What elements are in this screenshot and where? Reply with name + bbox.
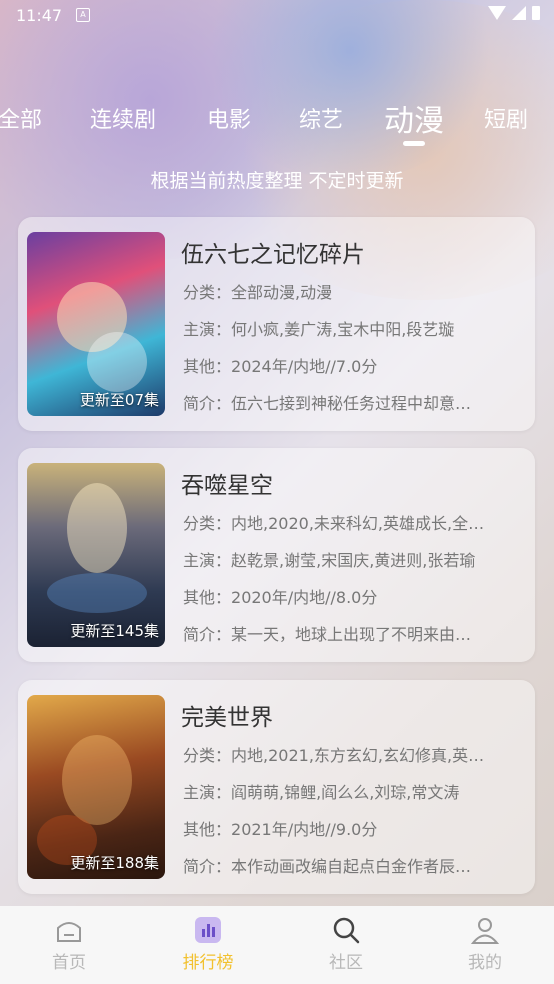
active-tab-indicator: [403, 141, 425, 146]
nav-home-label: 首页: [52, 953, 86, 973]
intro-label: 简介：: [183, 857, 232, 876]
intro-row: 简介：伍六七接到神秘任务过程中却意…: [183, 390, 523, 414]
category-label: 分类：: [183, 283, 232, 302]
item-title: 伍六七之记忆碎片: [181, 242, 365, 268]
intro-label: 简介：: [183, 394, 232, 413]
episode-badge: 更新至145集: [70, 622, 159, 640]
other-label: 其他：: [183, 588, 232, 607]
bottom-nav: 首页 排行榜 社区 我的: [0, 906, 554, 984]
user-icon: [470, 916, 500, 944]
category-label: 分类：: [183, 514, 232, 533]
intro-row: 简介：某一天，地球上出现了不明来由…: [183, 621, 523, 645]
category-row: 分类：内地,2020,未来科幻,英雄成长,全…: [183, 510, 523, 534]
nav-ranking-label: 排行榜: [182, 953, 234, 973]
intro-label: 简介：: [183, 625, 232, 644]
other-value: 2021年/内地//9.0分: [231, 820, 378, 839]
nav-community-label: 社区: [329, 953, 363, 973]
nav-mine[interactable]: 我的: [445, 916, 525, 973]
tab-short[interactable]: 短剧: [484, 102, 528, 134]
cast-label: 主演：: [183, 783, 232, 802]
cast-row: 主演：阎萌萌,锦鲤,阎么么,刘琮,常文涛: [183, 779, 523, 803]
nav-community[interactable]: 社区: [306, 916, 386, 973]
tab-movie[interactable]: 电影: [207, 102, 251, 134]
other-row: 其他：2021年/内地//9.0分: [183, 816, 523, 840]
poster-image: 更新至145集: [27, 463, 165, 647]
cast-value: 赵乾景,谢莹,宋国庆,黄进则,张若瑜: [231, 551, 476, 570]
tab-all[interactable]: 全部: [0, 102, 42, 134]
intro-row: 简介：本作动画改编自起点白金作者辰…: [183, 853, 523, 877]
cast-label: 主演：: [183, 551, 232, 570]
ranking-icon: [194, 916, 222, 944]
other-label: 其他：: [183, 820, 232, 839]
notification-icon: A: [76, 8, 90, 22]
tab-anime[interactable]: 动漫: [384, 96, 444, 140]
cast-value: 阎萌萌,锦鲤,阎么么,刘琮,常文涛: [231, 783, 460, 802]
poster-image: 更新至07集: [27, 232, 165, 416]
cast-label: 主演：: [183, 320, 232, 339]
ranking-card[interactable]: 更新至188集 完美世界 分类：内地,2021,东方玄幻,玄幻修真,英… 主演：…: [18, 680, 535, 894]
search-icon: [332, 916, 360, 944]
tab-variety[interactable]: 综艺: [299, 102, 343, 134]
other-value: 2020年/内地//8.0分: [231, 588, 378, 607]
nav-ranking[interactable]: 排行榜: [168, 916, 248, 973]
category-row: 分类：内地,2021,东方玄幻,玄幻修真,英…: [183, 742, 523, 766]
cast-value: 何小疯,姜广涛,宝木中阳,段艺璇: [231, 320, 455, 339]
tab-series[interactable]: 连续剧: [90, 102, 156, 134]
other-value: 2024年/内地//7.0分: [231, 357, 378, 376]
category-value: 内地,2021,东方玄幻,玄幻修真,英…: [231, 746, 485, 765]
wifi-icon: [488, 6, 506, 20]
category-label: 分类：: [183, 746, 232, 765]
status-time: 11:47: [16, 6, 63, 25]
other-row: 其他：2020年/内地//8.0分: [183, 584, 523, 608]
status-bar: 11:47 A: [0, 0, 554, 30]
nav-home[interactable]: 首页: [29, 916, 109, 973]
page-subtitle: 根据当前热度整理 不定时更新: [150, 170, 404, 192]
cast-row: 主演：赵乾景,谢莹,宋国庆,黄进则,张若瑜: [183, 547, 523, 571]
category-tabs: 全部 连续剧 电影 综艺 动漫 短剧: [0, 96, 554, 146]
home-icon: [55, 916, 83, 944]
intro-value: 本作动画改编自起点白金作者辰…: [231, 857, 472, 876]
intro-value: 某一天，地球上出现了不明来由…: [231, 625, 472, 644]
poster-image: 更新至188集: [27, 695, 165, 879]
cast-row: 主演：何小疯,姜广涛,宝木中阳,段艺璇: [183, 316, 523, 340]
category-row: 分类：全部动漫,动漫: [183, 279, 523, 303]
battery-icon: [532, 6, 540, 20]
item-title: 吞噬星空: [181, 473, 273, 499]
episode-badge: 更新至07集: [79, 391, 159, 409]
category-value: 全部动漫,动漫: [231, 283, 333, 302]
ranking-card[interactable]: 更新至145集 吞噬星空 分类：内地,2020,未来科幻,英雄成长,全… 主演：…: [18, 448, 535, 662]
other-label: 其他：: [183, 357, 232, 376]
signal-icon: [512, 6, 526, 20]
episode-badge: 更新至188集: [70, 854, 159, 872]
other-row: 其他：2024年/内地//7.0分: [183, 353, 523, 377]
intro-value: 伍六七接到神秘任务过程中却意…: [231, 394, 472, 413]
category-value: 内地,2020,未来科幻,英雄成长,全…: [231, 514, 485, 533]
nav-mine-label: 我的: [468, 953, 502, 973]
item-title: 完美世界: [181, 705, 273, 731]
ranking-card[interactable]: 更新至07集 伍六七之记忆碎片 分类：全部动漫,动漫 主演：何小疯,姜广涛,宝木…: [18, 217, 535, 431]
